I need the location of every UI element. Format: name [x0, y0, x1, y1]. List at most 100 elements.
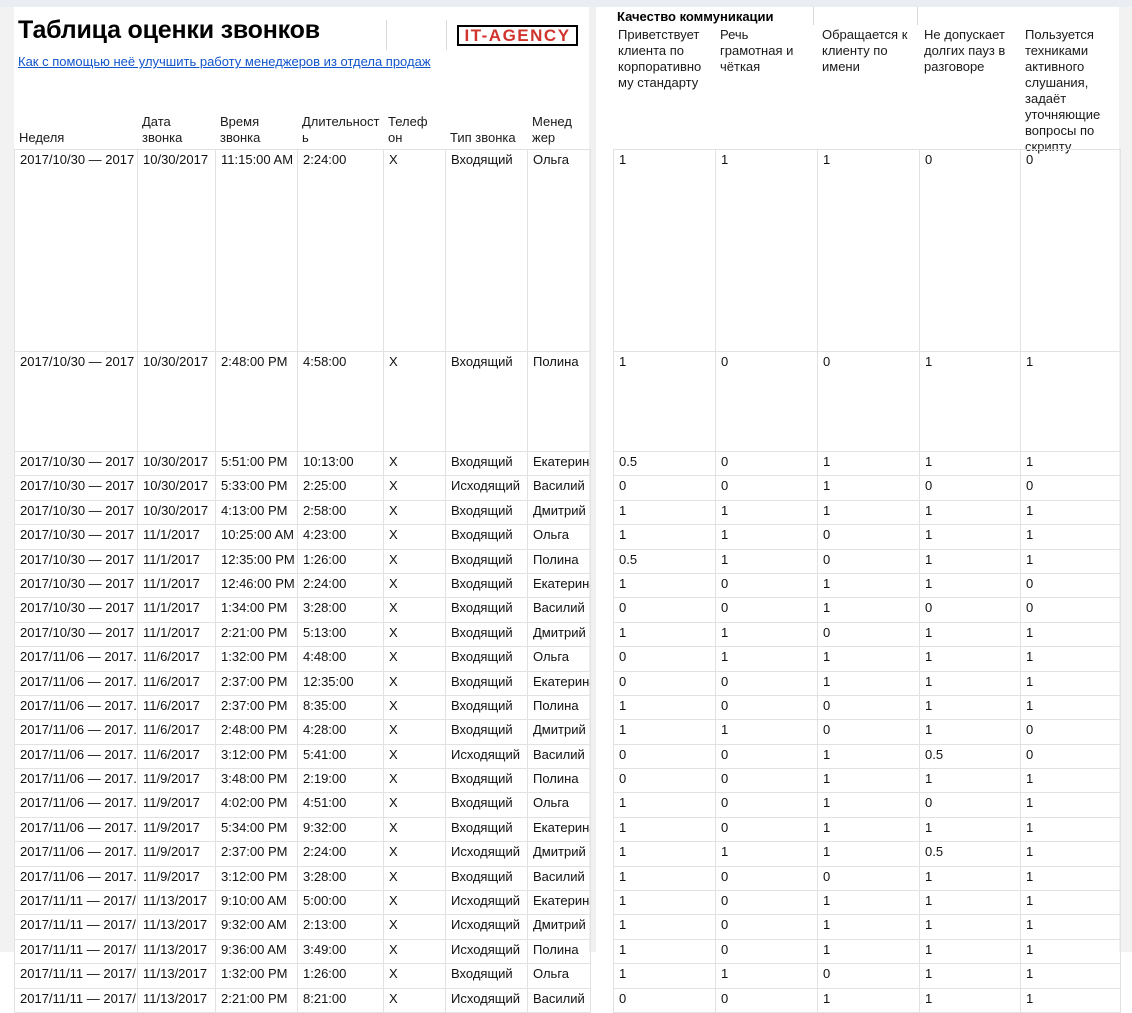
- cell-week: 2017/11/06 — 2017.: [15, 817, 138, 841]
- cell-date: 11/9/2017: [138, 842, 216, 866]
- cell-week: 2017/11/06 — 2017.: [15, 647, 138, 671]
- table-row: 10011: [614, 352, 1121, 452]
- cell-type: Исходящий: [446, 915, 528, 939]
- calls-table-right-pane: 11100100110.501110010011111110110.510111…: [613, 149, 1121, 1013]
- cell-scores-4: 1: [1021, 866, 1121, 890]
- cell-scores-1: 1: [716, 622, 818, 646]
- cell-scores-1: 1: [716, 500, 818, 524]
- table-row: 11010: [614, 720, 1121, 744]
- cell-manager: Дмитрий: [528, 500, 591, 524]
- table-row: 0.51011: [614, 549, 1121, 573]
- cell-week: 2017/11/06 — 2017.: [15, 842, 138, 866]
- cell-week: 2017/10/30 — 2017: [15, 573, 138, 597]
- cell-date: 10/30/2017: [138, 500, 216, 524]
- cell-scores-0: 1: [614, 352, 716, 452]
- cell-duration: 9:32:00: [298, 817, 384, 841]
- cell-scores-4: 0: [1021, 598, 1121, 622]
- cell-scores-4: 1: [1021, 915, 1121, 939]
- cell-manager: Дмитрий: [528, 720, 591, 744]
- cell-manager: Полина: [528, 769, 591, 793]
- cell-scores-1: 0: [716, 695, 818, 719]
- column-header-no-long-pauses: Не допускает долгих пауз в разговоре: [924, 27, 1015, 75]
- cell-phone: X: [384, 671, 446, 695]
- cell-week: 2017/10/30 — 2017: [15, 476, 138, 500]
- cell-scores-4: 1: [1021, 549, 1121, 573]
- cell-phone: X: [384, 476, 446, 500]
- cell-week: 2017/11/06 — 2017.: [15, 744, 138, 768]
- cell-scores-2: 0: [818, 525, 920, 549]
- cell-scores-3: 0: [920, 793, 1021, 817]
- cell-scores-3: 1: [920, 988, 1021, 1012]
- cell-scores-2: 1: [818, 793, 920, 817]
- cell-week: 2017/10/30 — 2017: [15, 500, 138, 524]
- cell-scores-0: 0: [614, 647, 716, 671]
- cell-duration: 4:28:00: [298, 720, 384, 744]
- table-row: 2017/10/30 — 201710/30/20172:48:00 PM4:5…: [15, 352, 591, 452]
- cell-time: 2:37:00 PM: [216, 695, 298, 719]
- cell-scores-3: 1: [920, 720, 1021, 744]
- table-row: 10110: [614, 573, 1121, 597]
- cell-scores-1: 0: [716, 891, 818, 915]
- cell-week: 2017/10/30 — 2017: [15, 598, 138, 622]
- subtitle-link[interactable]: Как с помощью неё улучшить работу менедж…: [18, 54, 431, 69]
- cell-duration: 2:25:00: [298, 476, 384, 500]
- header-cell-border: [386, 20, 387, 50]
- cell-manager: Ольга: [528, 964, 591, 988]
- table-row: 00100: [614, 476, 1121, 500]
- cell-week: 2017/11/06 — 2017.: [15, 695, 138, 719]
- cell-scores-1: 0: [716, 793, 818, 817]
- cell-scores-4: 1: [1021, 793, 1121, 817]
- cell-duration: 10:13:00: [298, 452, 384, 476]
- group-header-cell-border: [813, 7, 814, 25]
- cell-manager: Ольга: [528, 525, 591, 549]
- cell-scores-1: 0: [716, 573, 818, 597]
- table-row: 11111: [614, 500, 1121, 524]
- cell-duration: 5:41:00: [298, 744, 384, 768]
- table-row: 2017/11/06 — 2017.11/9/20172:37:00 PM2:2…: [15, 842, 591, 866]
- cell-scores-1: 1: [716, 720, 818, 744]
- cell-scores-0: 0.5: [614, 549, 716, 573]
- cell-date: 11/9/2017: [138, 817, 216, 841]
- cell-scores-1: 0: [716, 769, 818, 793]
- cell-type: Входящий: [446, 720, 528, 744]
- cell-scores-2: 1: [818, 842, 920, 866]
- cell-manager: Дмитрий: [528, 842, 591, 866]
- column-header-phone: Телефон: [383, 104, 436, 148]
- column-header-clear-speech: Речь грамотная и чёткая: [720, 27, 811, 75]
- cell-week: 2017/10/30 — 2017: [15, 525, 138, 549]
- table-row: 2017/11/06 — 2017.11/9/20175:34:00 PM9:3…: [15, 817, 591, 841]
- cell-scores-3: 1: [920, 866, 1021, 890]
- column-header-manager: Менеджер: [527, 104, 580, 148]
- cell-duration: 3:28:00: [298, 866, 384, 890]
- table-row: 2017/11/06 — 2017.11/6/20172:48:00 PM4:2…: [15, 720, 591, 744]
- table-row: 10101: [614, 793, 1121, 817]
- cell-week: 2017/10/30 — 2017: [15, 150, 138, 352]
- left-edge-gutter: [0, 7, 14, 952]
- cell-scores-3: 1: [920, 671, 1021, 695]
- cell-scores-0: 0: [614, 769, 716, 793]
- cell-duration: 5:13:00: [298, 622, 384, 646]
- cell-date: 11/13/2017: [138, 915, 216, 939]
- cell-scores-3: 1: [920, 573, 1021, 597]
- table-row: 2017/10/30 — 201711/1/201712:46:00 PM2:2…: [15, 573, 591, 597]
- cell-scores-4: 0: [1021, 573, 1121, 597]
- cell-type: Исходящий: [446, 842, 528, 866]
- cell-time: 5:33:00 PM: [216, 476, 298, 500]
- table-row: 2017/11/06 — 2017.11/6/20172:37:00 PM12:…: [15, 671, 591, 695]
- cell-time: 3:48:00 PM: [216, 769, 298, 793]
- cell-scores-4: 0: [1021, 744, 1121, 768]
- cell-week: 2017/11/06 — 2017.: [15, 720, 138, 744]
- cell-scores-2: 1: [818, 647, 920, 671]
- cell-scores-4: 1: [1021, 891, 1121, 915]
- cell-date: 11/13/2017: [138, 964, 216, 988]
- cell-week: 2017/11/11 — 2017/: [15, 988, 138, 1012]
- cell-date: 11/13/2017: [138, 891, 216, 915]
- cell-phone: X: [384, 793, 446, 817]
- cell-time: 12:35:00 PM: [216, 549, 298, 573]
- cell-scores-4: 1: [1021, 647, 1121, 671]
- cell-duration: 8:21:00: [298, 988, 384, 1012]
- table-row: 2017/10/30 — 201710/30/20175:33:00 PM2:2…: [15, 476, 591, 500]
- cell-scores-4: 1: [1021, 988, 1121, 1012]
- cell-time: 12:46:00 PM: [216, 573, 298, 597]
- cell-scores-3: 0: [920, 476, 1021, 500]
